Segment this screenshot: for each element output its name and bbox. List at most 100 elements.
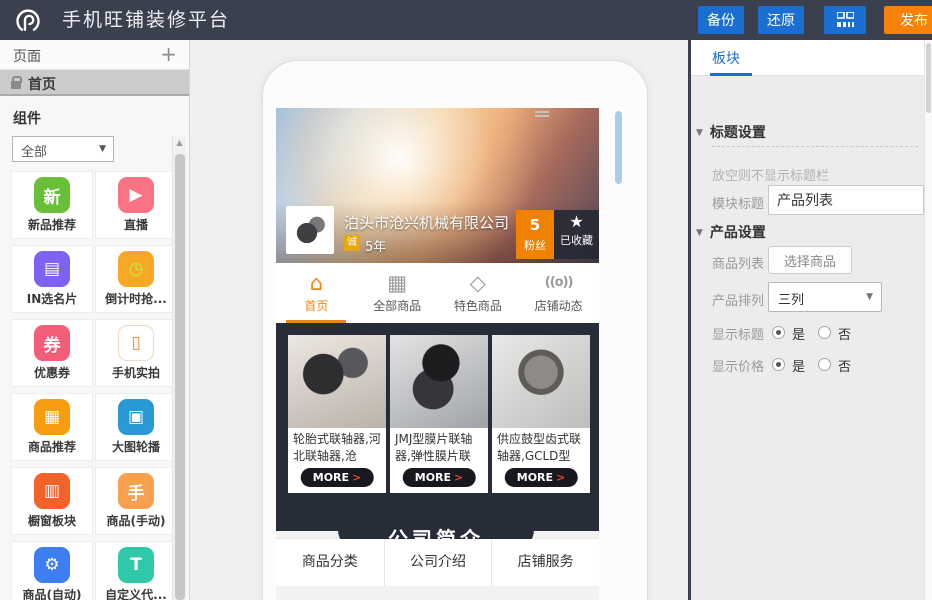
component-image-carousel[interactable]: ▣ 大图轮播 xyxy=(96,394,176,460)
title-hint: 放空则不显示标题栏 xyxy=(712,165,829,184)
component-custom-code[interactable]: T 自定义代... xyxy=(96,542,176,600)
store-years: 5年 xyxy=(365,236,386,255)
more-button[interactable]: MORE> xyxy=(403,468,476,487)
component-label: 新品推荐 xyxy=(12,216,92,233)
live-stream-icon: ▶ xyxy=(118,177,154,213)
fans-count: 5 xyxy=(516,216,554,234)
panel-scrollbar[interactable] xyxy=(924,40,932,600)
module-title-label: 模块标题 xyxy=(712,193,764,212)
more-button[interactable]: MORE> xyxy=(301,468,374,487)
component-new-products[interactable]: 新 新品推荐 xyxy=(12,172,92,238)
component-countdown-sale[interactable]: ◷ 倒计时抢... xyxy=(96,246,176,312)
component-live-stream[interactable]: ▶ 直播 xyxy=(96,172,176,238)
no-label: 否 xyxy=(838,324,851,343)
fans-button[interactable]: 5 粉丝 xyxy=(516,210,554,259)
component-label: 商品(自动) xyxy=(12,586,92,600)
module-title-input[interactable] xyxy=(768,185,924,215)
publish-button[interactable]: 发布 xyxy=(884,6,932,34)
product-card[interactable]: JMJ型膜片联轴器,弹性膜片联 MORE> xyxy=(390,335,488,493)
trust-badge-icon: 诚 xyxy=(344,235,360,251)
product-title: JMJ型膜片联轴器,弹性膜片联 xyxy=(390,430,488,466)
favorite-button[interactable]: ★ 已收藏 xyxy=(554,210,599,259)
more-button[interactable]: MORE> xyxy=(505,468,578,487)
product-title: 供应鼓型齿式联轴器,GCLD型 xyxy=(492,430,590,466)
component-label: 自定义代... xyxy=(96,586,176,600)
select-products-button[interactable]: 选择商品 xyxy=(768,246,852,274)
goods-list-label: 商品列表 xyxy=(712,253,764,272)
scroll-up-icon[interactable]: ▲ xyxy=(173,138,186,147)
component-product-recommend[interactable]: ▦ 商品推荐 xyxy=(12,394,92,460)
scrollbar-thumb[interactable] xyxy=(175,154,185,600)
show-price-no-radio[interactable] xyxy=(818,358,831,371)
more-label: MORE xyxy=(517,471,553,484)
more-label: MORE xyxy=(415,471,451,484)
show-title-no-radio[interactable] xyxy=(818,326,831,339)
component-products-auto[interactable]: ⚙ 商品(自动) xyxy=(12,542,92,600)
filter-value: 全部 xyxy=(21,141,47,160)
arrow-right-icon: > xyxy=(454,471,463,484)
tab-home[interactable]: ⌂ 首页 xyxy=(276,263,357,323)
component-products-manual[interactable]: 手 商品(手动) xyxy=(96,468,176,534)
component-showcase-panel[interactable]: ▥ 橱窗板块 xyxy=(12,468,92,534)
component-label: 商品推荐 xyxy=(12,438,92,455)
show-price-yes-radio[interactable] xyxy=(772,358,785,371)
collapse-triangle-icon: ▼ xyxy=(696,228,703,238)
nav-company-intro[interactable]: 公司介绍 xyxy=(384,539,492,586)
product-settings-header[interactable]: ▼ 产品设置 xyxy=(696,222,766,242)
business-card-icon: ▤ xyxy=(34,251,70,287)
chevron-down-icon: ▼ xyxy=(99,144,106,154)
tab-all-products[interactable]: ▦ 全部商品 xyxy=(357,263,438,323)
pages-label: 页面 xyxy=(13,46,41,66)
section-heading: 标题设置 xyxy=(710,125,766,141)
tab-label: 首页 xyxy=(276,297,357,314)
tab-block[interactable]: 板块 xyxy=(712,48,740,68)
component-label: 倒计时抢... xyxy=(96,290,176,307)
component-filter-select[interactable]: 全部 ▼ xyxy=(12,136,114,162)
star-icon: ★ xyxy=(554,213,599,231)
sidebar-item-home-page[interactable]: 首页 xyxy=(0,70,189,96)
scrollbar-thumb[interactable] xyxy=(926,43,931,113)
module-drag-handle-icon[interactable] xyxy=(535,111,549,117)
pages-header: 页面 + xyxy=(0,40,189,70)
coupling-photo xyxy=(291,211,329,249)
section-heading: 产品设置 xyxy=(710,225,766,241)
backup-button[interactable]: 备份 xyxy=(698,6,744,34)
product-card[interactable]: 供应鼓型齿式联轴器,GCLD型 MORE> xyxy=(492,335,590,493)
product-card[interactable]: 轮胎式联轴器,河北联轴器,沧 MORE> xyxy=(288,335,386,493)
components-label: 组件 xyxy=(13,108,41,128)
nav-product-categories[interactable]: 商品分类 xyxy=(276,539,384,586)
show-title-yes-radio[interactable] xyxy=(772,326,785,339)
component-business-card[interactable]: ▤ IN选名片 xyxy=(12,246,92,312)
topbar: 手机旺铺装修平台 备份 还原 发布 xyxy=(0,0,932,40)
panels-icon: ▥ xyxy=(34,473,70,509)
code-block-icon: T xyxy=(118,547,154,583)
component-phone-photos[interactable]: ▯ 手机实拍 xyxy=(96,320,176,386)
panel-tab-bar: 板块 xyxy=(691,40,924,76)
store-bottom-nav: 商品分类 公司介绍 店铺服务 xyxy=(276,539,599,586)
yes-label: 是 xyxy=(792,356,805,375)
more-label: MORE xyxy=(313,471,349,484)
fans-label: 粉丝 xyxy=(516,237,554,253)
restore-button[interactable]: 还原 xyxy=(758,6,804,34)
title-settings-header[interactable]: ▼ 标题设置 xyxy=(696,122,766,142)
phone-preview-scrollbar[interactable] xyxy=(615,111,622,184)
storefront-icon: ⌂ xyxy=(276,270,357,296)
nav-store-services[interactable]: 店铺服务 xyxy=(491,539,599,586)
sidebar-scrollbar[interactable]: ▲ xyxy=(172,136,186,600)
tab-featured-products[interactable]: ◇ 特色商品 xyxy=(438,263,519,323)
phone-screen: 泊头市沧兴机械有限公司 诚 5年 5 粉丝 ★ 已收藏 ⌂ 首页 xyxy=(276,108,599,600)
component-coupon[interactable]: 券 优惠券 xyxy=(12,320,92,386)
product-image xyxy=(492,335,590,428)
new-products-icon: 新 xyxy=(34,177,70,213)
tab-label: 全部商品 xyxy=(357,297,438,314)
grid-icon: ▦ xyxy=(34,399,70,435)
qr-code-icon xyxy=(837,12,854,29)
add-page-button[interactable]: + xyxy=(160,42,177,66)
chevron-down-icon: ▼ xyxy=(866,292,873,302)
panel-divider xyxy=(688,40,691,600)
collapse-triangle-icon: ▼ xyxy=(696,128,703,138)
product-list-module[interactable]: 轮胎式联轴器,河北联轴器,沧 MORE> JMJ型膜片联轴器,弹性膜片联 MOR… xyxy=(276,323,599,531)
tab-store-updates[interactable]: ((o)) 店铺动态 xyxy=(518,263,599,323)
arrange-select[interactable]: 三列 ▼ xyxy=(768,282,882,312)
qr-code-button[interactable] xyxy=(824,6,866,34)
